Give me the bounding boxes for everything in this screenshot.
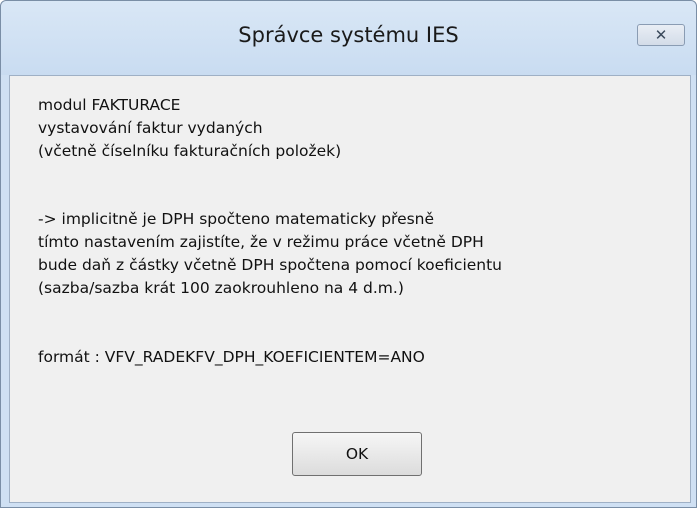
message-line-setting: tímto nastavením zajistíte, že v režimu … — [38, 233, 484, 251]
close-button[interactable]: ✕ — [637, 24, 685, 46]
ok-button[interactable]: OK — [292, 432, 422, 476]
message-line-rate: (sazba/sazba krát 100 zaokrouhleno na 4 … — [38, 279, 404, 297]
message-line-note: (včetně číselníku fakturačních položek) — [38, 142, 342, 160]
dialog-content: modul FAKTURACE vystavování faktur vydan… — [9, 75, 691, 503]
message-line-tax: bude daň z částky včetně DPH spočtena po… — [38, 256, 503, 274]
title-bar[interactable]: Správce systému IES ✕ — [1, 1, 696, 75]
close-icon: ✕ — [654, 26, 668, 44]
message-line-format: formát : VFV_RADEKFV_DPH_KOEFICIENTEM=AN… — [38, 348, 425, 366]
message-line-module: modul FAKTURACE — [38, 96, 181, 114]
message-line-description: vystavování faktur vydaných — [38, 119, 263, 137]
dialog-window: Správce systému IES ✕ modul FAKTURACE vy… — [0, 0, 697, 508]
message-line-implicit: -> implicitně je DPH spočteno matematick… — [38, 210, 435, 228]
window-title: Správce systému IES — [238, 23, 459, 47]
